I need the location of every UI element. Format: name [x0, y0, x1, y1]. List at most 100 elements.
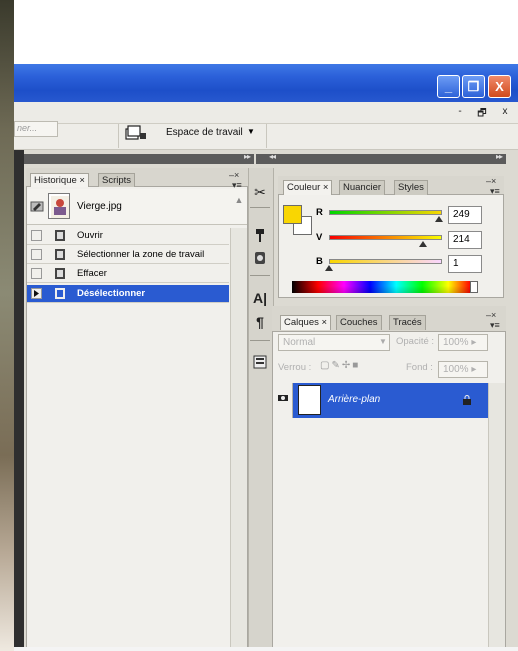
- menu-bar: [14, 102, 518, 124]
- layer-name[interactable]: Arrière-plan: [328, 394, 380, 405]
- desktop-background: [0, 0, 14, 651]
- close-icon[interactable]: ×: [323, 182, 329, 193]
- tab-traces[interactable]: Tracés: [389, 315, 426, 330]
- eye-icon[interactable]: [277, 393, 289, 406]
- white-swatch[interactable]: [470, 281, 478, 293]
- panel-close-icon[interactable]: –×: [486, 310, 496, 320]
- panel-dock-header[interactable]: ▸▸: [24, 152, 254, 164]
- opacity-input[interactable]: 100% ▸: [438, 334, 488, 351]
- scroll-up-icon[interactable]: ▲: [232, 195, 246, 209]
- clone-source-icon[interactable]: [249, 247, 271, 269]
- value-r-input[interactable]: 249: [448, 206, 482, 224]
- document-minimize-button[interactable]: -: [452, 106, 468, 120]
- history-scrollbar[interactable]: [230, 228, 247, 651]
- blend-mode-select[interactable]: Normal: [278, 334, 390, 351]
- slider-b[interactable]: [329, 259, 442, 264]
- lock-icon: [462, 395, 472, 407]
- opacity-label: Opacité :: [396, 336, 435, 347]
- channel-label-r: R: [316, 207, 323, 218]
- panel-menu-icon[interactable]: ▾≡: [490, 186, 500, 197]
- maximize-button[interactable]: ❐: [462, 75, 485, 98]
- tab-styles[interactable]: Styles: [394, 180, 428, 195]
- lock-paint-icon[interactable]: ✎: [331, 360, 341, 371]
- slider-v[interactable]: [329, 235, 442, 240]
- desktop-area: [14, 0, 518, 64]
- document-close-button[interactable]: x: [497, 106, 513, 120]
- paragraph-icon[interactable]: ¶: [249, 311, 271, 333]
- history-step[interactable]: Effacer: [27, 265, 229, 283]
- workspace-icon[interactable]: [124, 124, 148, 142]
- chevron-down-icon[interactable]: ▼: [379, 337, 387, 346]
- history-step-selected[interactable]: Désélectionner: [27, 285, 229, 303]
- tab-label: Nuancier: [343, 182, 382, 193]
- panel-dock-header[interactable]: ▸▸: [278, 152, 506, 164]
- lock-transparency-icon[interactable]: ▢: [320, 360, 331, 371]
- brush-icon[interactable]: [249, 225, 271, 247]
- history-step[interactable]: Ouvrir: [27, 227, 229, 245]
- tab-label: Styles: [398, 182, 424, 193]
- tab-scripts[interactable]: Scripts: [98, 173, 136, 187]
- slider-v-thumb[interactable]: [419, 241, 427, 247]
- color-spectrum-ramp[interactable]: [292, 281, 478, 293]
- history-source-checkbox[interactable]: [31, 268, 42, 279]
- channel-label-b: B: [316, 256, 323, 267]
- snapshot-thumbnail: [48, 193, 70, 219]
- history-source-checkbox[interactable]: [31, 230, 42, 241]
- tab-couleur[interactable]: Couleur ×: [283, 180, 333, 195]
- options-separator: [118, 124, 119, 148]
- lock-options[interactable]: ▢✎✢■: [320, 360, 360, 371]
- icon-dock-header[interactable]: ◂◂: [256, 152, 278, 164]
- history-step-label: Désélectionner: [77, 288, 146, 299]
- search-input[interactable]: ner...: [14, 121, 58, 137]
- icon-separator: [250, 275, 270, 276]
- close-icon[interactable]: ×: [322, 317, 328, 328]
- collapse-icon[interactable]: ▸▸: [244, 152, 251, 161]
- expand-icon[interactable]: ◂◂: [269, 152, 276, 161]
- foreground-color-swatch[interactable]: [283, 205, 302, 224]
- panel-menu-icon[interactable]: ▾≡: [490, 320, 500, 331]
- history-step-icon: [54, 229, 66, 242]
- fill-input[interactable]: 100% ▸: [438, 361, 488, 378]
- history-step-label: Sélectionner la zone de travail: [77, 249, 205, 260]
- value-v-input[interactable]: 214: [448, 231, 482, 249]
- history-step-label: Effacer: [77, 268, 107, 279]
- history-source-checkbox[interactable]: [31, 249, 42, 260]
- slider-r[interactable]: [329, 210, 442, 215]
- history-state-marker-icon[interactable]: [31, 288, 42, 299]
- tab-calques[interactable]: Calques ×: [280, 315, 332, 330]
- tab-label: Calques: [284, 317, 319, 328]
- history-step-icon: [54, 248, 66, 261]
- collapse-icon[interactable]: ▸▸: [496, 152, 503, 161]
- slider-r-thumb[interactable]: [435, 216, 443, 222]
- tools-icon[interactable]: ✂: [249, 181, 271, 203]
- options-separator: [266, 124, 267, 148]
- toolbox-edge: [14, 150, 24, 651]
- tab-nuancier[interactable]: Nuancier: [339, 180, 386, 195]
- lock-all-icon[interactable]: ■: [352, 360, 360, 371]
- close-button[interactable]: X: [488, 75, 511, 98]
- slider-b-thumb[interactable]: [325, 265, 333, 271]
- fill-value: 100%: [443, 364, 469, 375]
- workspace-menu-button[interactable]: Espace de travail: [166, 127, 243, 138]
- fill-label: Fond :: [406, 362, 433, 373]
- chevron-down-icon[interactable]: ▼: [247, 127, 255, 136]
- tab-historique[interactable]: Historique ×: [30, 173, 89, 187]
- value-b-input[interactable]: 1: [448, 255, 482, 273]
- layers-scrollbar[interactable]: [488, 383, 505, 651]
- history-brush-icon[interactable]: [30, 200, 44, 212]
- history-step[interactable]: Sélectionner la zone de travail: [27, 246, 229, 264]
- opacity-value: 100%: [443, 337, 469, 348]
- minimize-button[interactable]: _: [437, 75, 460, 98]
- tab-label: Tracés: [393, 317, 422, 328]
- character-icon[interactable]: A|: [249, 287, 271, 309]
- document-restore-button[interactable]: 🗗: [474, 106, 490, 120]
- tab-label: Historique: [34, 175, 77, 186]
- close-icon[interactable]: ×: [79, 175, 85, 186]
- panel-close-icon[interactable]: –×: [486, 176, 496, 186]
- panel-close-icon[interactable]: –×: [229, 170, 239, 180]
- tab-label: Scripts: [102, 175, 132, 186]
- tab-couches[interactable]: Couches: [336, 315, 382, 330]
- lock-move-icon[interactable]: ✢: [342, 360, 352, 371]
- tab-label: Couches: [340, 317, 378, 328]
- info-panel-icon[interactable]: [249, 351, 271, 373]
